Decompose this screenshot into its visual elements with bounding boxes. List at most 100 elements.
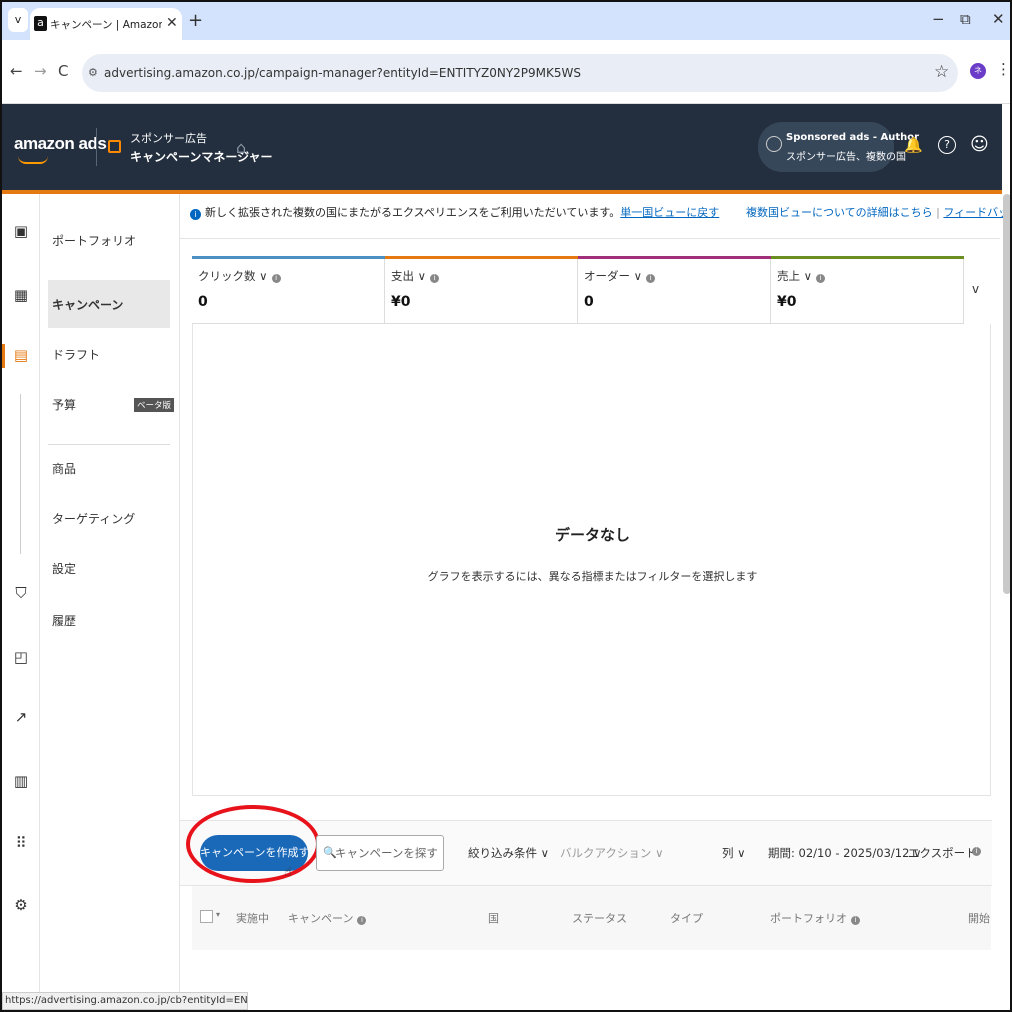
page-title: キャンペーンマネージャー [130, 150, 273, 164]
minimize-button[interactable]: − [932, 10, 945, 28]
reload-button[interactable]: C [58, 62, 68, 80]
metric-value: ¥0 [391, 294, 411, 310]
home-icon[interactable]: ⌂ [236, 138, 246, 157]
nav-portfolio[interactable]: ポートフォリオ [52, 232, 136, 249]
info-icon: i [271, 274, 281, 283]
metric-value: 0 [198, 294, 208, 310]
nav-campaigns[interactable]: キャンペーン [52, 296, 123, 313]
table-header: ▾ 実施中 キャンペーンi 国 ステータス タイプ ポートフォリオi 開始日 [192, 886, 991, 950]
tab-close-icon[interactable]: ✕ [166, 15, 178, 31]
table-toolbar: キャンペーンを作成する ☝ 🔍 絞り込み条件 ∨ バルクアクション ∨ 列 ∨ … [180, 805, 992, 886]
bar-chart-icon[interactable]: ▥ [12, 772, 30, 790]
address-bar[interactable]: ⚙ advertising.amazon.co.jp/campaign-mana… [82, 54, 958, 92]
metric-card-sales[interactable]: 売上 ∨ i ¥0 [771, 256, 964, 324]
close-window-button[interactable]: ✕ [992, 10, 1005, 28]
info-icon: i [357, 916, 367, 925]
account-scope: スポンサー広告、複数の国 [786, 152, 906, 163]
icon-rail: ▣ ▦ ▤ ⛉ ◰ ↗ ▥ ⠿ ⚙ [2, 194, 40, 1010]
help-icon[interactable]: ? [938, 136, 956, 154]
filter-dropdown[interactable]: 絞り込み条件 ∨ [468, 845, 549, 861]
metric-card-clicks[interactable]: クリック数 ∨ i 0 [192, 256, 385, 324]
bookmark-star-icon[interactable]: ☆ [934, 62, 949, 82]
browser-menu-icon[interactable]: ⋮ [996, 60, 1011, 78]
amazon-favicon-icon: a [34, 16, 47, 31]
campaign-search[interactable]: 🔍 [316, 835, 444, 871]
metric-color-bar [578, 256, 771, 259]
new-tab-button[interactable]: + [188, 10, 203, 31]
multi-country-info-link[interactable]: 複数国ビューについての詳細はこちら [746, 206, 933, 219]
trend-icon[interactable]: ↗ [12, 708, 30, 726]
user-account-icon[interactable]: ☺ [970, 134, 989, 155]
notice-divider [180, 238, 1000, 239]
no-data-message: グラフを表示するには、異なる指標またはフィルターを選択します [427, 570, 758, 583]
rail-active-indicator [2, 344, 5, 368]
beta-badge: ベータ版 [134, 398, 175, 412]
shield-icon[interactable]: ⛉ [12, 584, 30, 602]
metric-card-orders[interactable]: オーダー ∨ i 0 [578, 256, 771, 324]
nav-products[interactable]: 商品 [52, 460, 76, 477]
notice-links: 複数国ビューについての詳細はこちら | フィードバックを送る [746, 204, 1012, 220]
nav-history[interactable]: 履歴 [52, 612, 76, 629]
info-icon: i [190, 209, 201, 220]
profile-avatar[interactable]: ネ [970, 63, 986, 79]
account-name: Sponsored ads - Author [786, 132, 920, 143]
browser-tabstrip: v a キャンペーン | Amazon Advertising ✕ + − ⧉ … [2, 2, 1010, 40]
apps-icon[interactable]: ⠿ [12, 834, 30, 852]
status-bar-url: https://advertising.amazon.co.jp/cb?enti… [2, 992, 248, 1010]
nav-targeting[interactable]: ターゲティング [52, 510, 135, 527]
campaign-icon[interactable]: ▤ [12, 346, 30, 364]
link-separator: | [936, 206, 940, 219]
export-button[interactable]: エクスポート [908, 845, 977, 861]
forward-button[interactable]: → [34, 62, 47, 80]
header-divider [96, 128, 97, 166]
column-active[interactable]: 実施中 [236, 910, 269, 926]
nav-drafts[interactable]: ドラフト [52, 346, 100, 363]
section-label: スポンサー広告 [130, 132, 207, 145]
highlight-circle [186, 805, 320, 883]
nav-settings[interactable]: 設定 [52, 560, 76, 577]
metric-card-spend[interactable]: 支出 ∨ i ¥0 [385, 256, 578, 324]
settings-icon[interactable]: ⚙ [12, 896, 30, 914]
select-dropdown-icon[interactable]: ▾ [216, 910, 220, 919]
account-selector[interactable]: Sponsored ads - Author スポンサー広告、複数の国 [758, 122, 919, 172]
dashboard-icon[interactable]: ▦ [12, 286, 30, 304]
column-status[interactable]: ステータス [572, 910, 627, 926]
single-country-view-link[interactable]: 単一国ビューに戻す [620, 206, 719, 219]
app-header: amazon ads スポンサー広告 キャンペーンマネージャー ⌂ Sponso… [2, 104, 1002, 190]
restore-button[interactable]: ⧉ [960, 10, 971, 28]
notifications-bell-icon[interactable]: 🔔 [904, 136, 923, 154]
columns-dropdown[interactable]: 列 ∨ [722, 845, 746, 861]
nav-divider [48, 444, 170, 445]
column-type[interactable]: タイプ [670, 910, 703, 926]
date-range-dropdown[interactable]: 期間: 02/10 - 2025/03/12 ∨ [768, 845, 922, 861]
tab-search-button[interactable]: v [8, 8, 28, 32]
column-campaign[interactable]: キャンペーン i [288, 910, 367, 926]
campaign-manager-icon [108, 140, 121, 153]
back-button[interactable]: ← [10, 62, 23, 80]
feedback-link[interactable]: フィードバックを送る [943, 206, 1012, 219]
column-portfolio[interactable]: ポートフォリオ i [770, 910, 860, 926]
briefcase-icon[interactable]: ▣ [12, 222, 30, 240]
metric-label: 支出 ∨ i [391, 268, 440, 284]
metric-value: ¥0 [777, 294, 797, 310]
rail-divider [20, 394, 21, 554]
metric-label: クリック数 ∨ i [198, 268, 281, 284]
media-icon[interactable]: ◰ [12, 648, 30, 666]
select-all-checkbox[interactable] [200, 910, 213, 923]
mouse-cursor-icon: ☝ [284, 865, 292, 880]
campaign-search-input[interactable] [335, 837, 441, 869]
metric-label: 売上 ∨ i [777, 268, 826, 284]
column-country[interactable]: 国 [488, 910, 499, 926]
browser-tab[interactable]: a キャンペーン | Amazon Advertising ✕ [30, 8, 182, 40]
page-scrollbar[interactable] [1003, 194, 1011, 594]
site-info-icon[interactable]: ⚙ [88, 66, 98, 79]
metric-color-bar [771, 256, 964, 259]
chart-area: データなし グラフを表示するには、異なる指標またはフィルターを選択します [192, 324, 991, 796]
column-start-date[interactable]: 開始日 [968, 910, 990, 926]
chevron-down-icon[interactable]: v [972, 282, 979, 296]
metric-cards: クリック数 ∨ i 0 支出 ∨ i ¥0 オーダー ∨ i 0 売上 ∨ i ¥0 [192, 256, 964, 324]
amazon-ads-logo[interactable]: amazon ads [14, 134, 107, 154]
nav-budgets[interactable]: 予算 [52, 396, 76, 413]
bulk-action-dropdown[interactable]: バルクアクション ∨ [560, 845, 664, 861]
info-icon: i [972, 847, 981, 856]
